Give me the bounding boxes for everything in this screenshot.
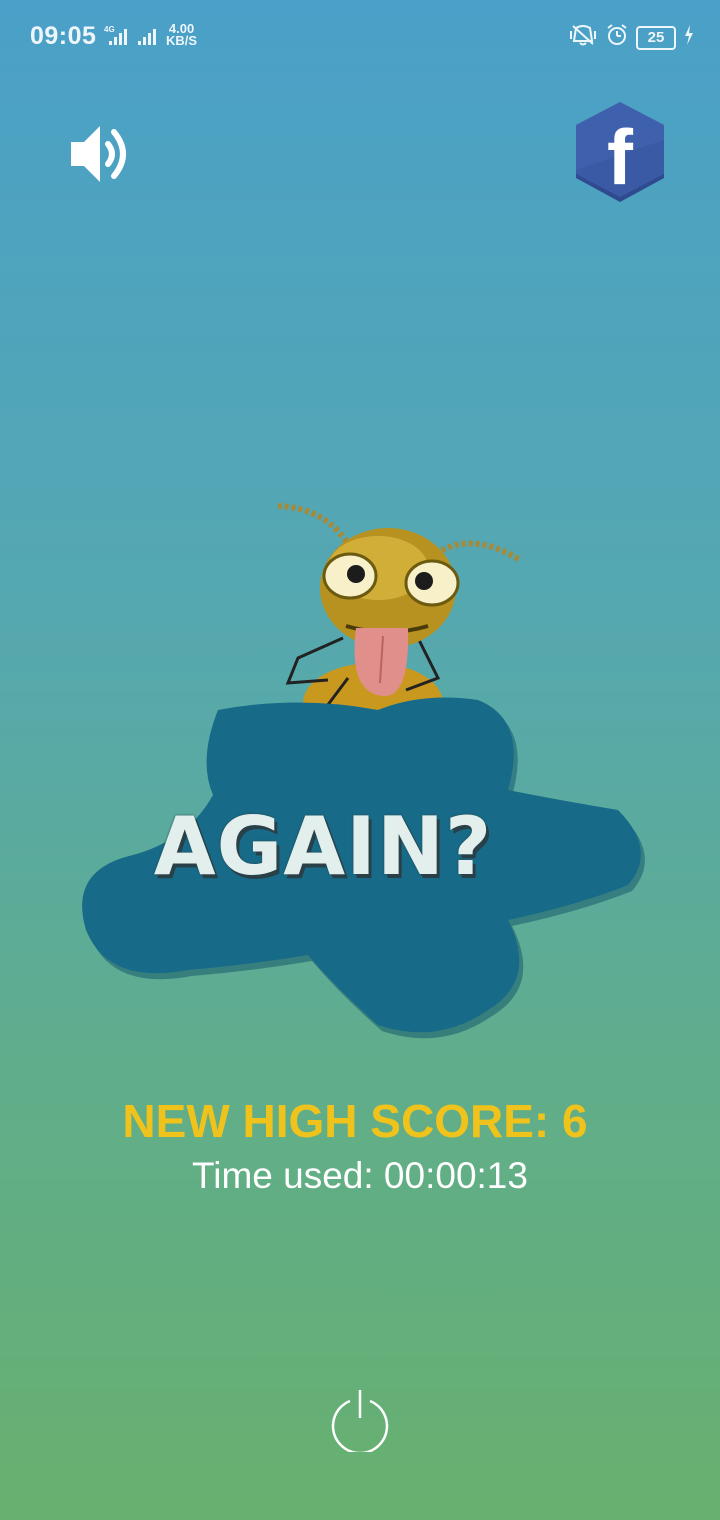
high-score-text: NEW HIGH SCORE: 6: [122, 1095, 588, 1147]
power-button[interactable]: [330, 1388, 390, 1455]
signal-icon: 4G: [98, 24, 160, 53]
svg-text:4G: 4G: [104, 25, 115, 34]
status-bar: 09:05 4G 4.00 KB/S 25: [0, 0, 720, 76]
power-icon: [331, 1390, 389, 1455]
network-speed-unit: KB/S: [166, 33, 198, 48]
battery-level: 25: [647, 28, 665, 46]
network-speed: 4.00 KB/S: [166, 22, 198, 48]
facebook-share-button[interactable]: f: [572, 100, 668, 206]
facebook-glyph: f: [607, 113, 634, 201]
time-used-text: Time used: 00:00:13: [192, 1155, 528, 1196]
sound-toggle-button[interactable]: [66, 120, 134, 188]
status-icons: 25: [568, 24, 694, 51]
status-time: 09:05: [30, 22, 97, 50]
play-again-button[interactable]: [78, 690, 648, 1040]
speaker-icon: [71, 126, 126, 182]
vibrate-icon: [568, 24, 598, 51]
facebook-icon: f: [576, 102, 664, 202]
battery-icon: 25: [636, 25, 676, 50]
charging-icon: [684, 25, 694, 50]
alarm-icon: [606, 24, 628, 51]
